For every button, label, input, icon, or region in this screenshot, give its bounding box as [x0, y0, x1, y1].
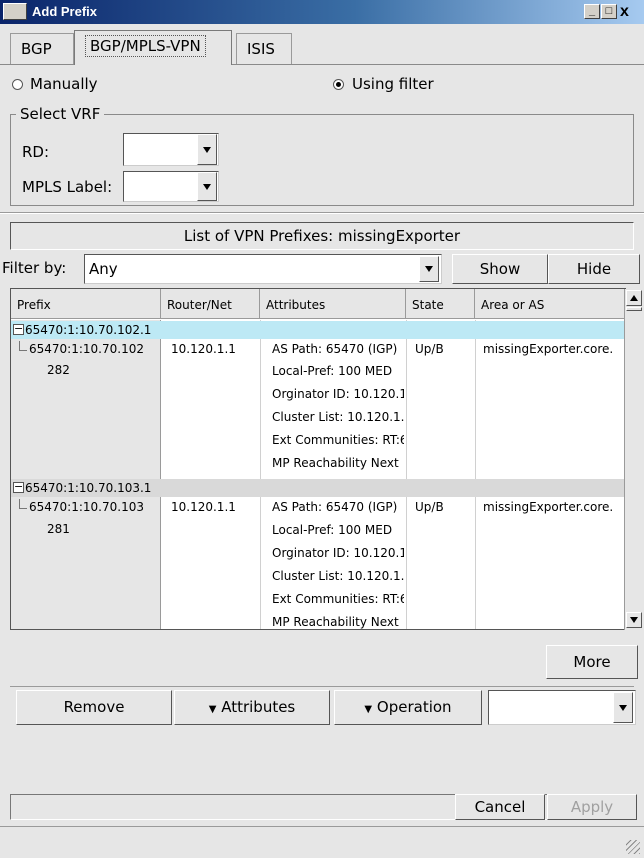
rd-select[interactable] — [123, 133, 219, 166]
chevron-down-icon[interactable] — [613, 692, 633, 723]
child-number-cell: 282 — [47, 363, 70, 377]
tree-branch-icon — [19, 341, 27, 351]
tab-bgp-label: BGP — [21, 40, 52, 58]
tree-branch-icon — [19, 499, 27, 509]
rd-label: RD: — [22, 143, 50, 161]
more-button[interactable]: More — [546, 645, 638, 679]
state-cell: Up/B — [415, 500, 444, 514]
vertical-scrollbar[interactable] — [624, 289, 642, 630]
state-cell: Up/B — [415, 342, 444, 356]
attribute-line: Ext Communities: RT:6 — [272, 592, 404, 606]
column-header-state[interactable]: State — [406, 289, 475, 319]
maximize-button[interactable]: □ — [601, 4, 617, 19]
dropdown-arrow-icon: ▼ — [208, 704, 217, 715]
arrow-down-icon — [630, 617, 638, 623]
dropdown-arrow-icon: ▼ — [364, 704, 373, 715]
tab-bgp-mpls-vpn-label: BGP/MPLS-VPN — [85, 35, 206, 57]
child-number-cell: 281 — [47, 522, 70, 536]
attribute-line: MP Reachability Next — [272, 456, 399, 470]
mpls-label-label: MPLS Label: — [22, 178, 113, 196]
attributes-button[interactable]: ▼ Attributes — [174, 690, 330, 725]
attribute-line: Orginator ID: 10.120.1 — [272, 546, 404, 560]
filter-by-label: Filter by: — [2, 259, 67, 277]
show-button[interactable]: Show — [452, 254, 548, 284]
chevron-down-icon[interactable] — [197, 172, 217, 201]
chevron-down-icon[interactable] — [419, 256, 439, 282]
window-title: Add Prefix — [32, 4, 98, 19]
minimize-button[interactable]: _ — [584, 4, 600, 19]
scroll-thumb[interactable] — [626, 307, 642, 311]
attribute-line: Local-Pref: 100 MED — [272, 364, 393, 378]
column-divider — [406, 320, 407, 629]
attribute-line: Orginator ID: 10.120.1 — [272, 387, 404, 401]
filter-value: Any — [89, 260, 118, 278]
apply-button[interactable]: Apply — [547, 794, 637, 820]
scroll-up-button[interactable] — [626, 290, 642, 306]
filter-select[interactable]: Any — [84, 254, 442, 284]
title-bar: Add Prefix _ □ x — [0, 0, 644, 24]
resize-grip-icon[interactable] — [626, 840, 640, 854]
manually-radio[interactable] — [12, 79, 23, 90]
arrow-up-icon — [630, 295, 638, 301]
app-icon — [3, 3, 27, 20]
attribute-line: AS Path: 65470 (IGP) — [272, 342, 398, 356]
prefix-cell: 65470:1:10.70.103.1 — [25, 481, 152, 495]
operation-button-label: Operation — [376, 698, 452, 716]
attribute-line: Cluster List: 10.120.1. — [272, 410, 404, 424]
collapse-icon[interactable]: − — [13, 323, 24, 335]
attributes-button-label: Attributes — [221, 698, 296, 716]
using-filter-label: Using filter — [352, 75, 434, 93]
attribute-line: Cluster List: 10.120.1. — [272, 569, 404, 583]
chevron-down-icon[interactable] — [197, 134, 217, 165]
column-header-prefix[interactable]: Prefix — [11, 289, 161, 319]
router-cell: 10.120.1.1 — [171, 500, 236, 514]
cancel-button[interactable]: Cancel — [455, 794, 545, 820]
operation-select[interactable] — [488, 690, 636, 725]
tab-bgp[interactable]: BGP — [10, 33, 74, 64]
column-divider — [475, 320, 476, 629]
column-header-attributes[interactable]: Attributes — [260, 289, 406, 319]
tab-isis[interactable]: ISIS — [236, 33, 292, 64]
router-cell: 10.120.1.1 — [171, 342, 236, 356]
tree-column — [11, 320, 161, 629]
using-filter-radio[interactable] — [333, 79, 344, 90]
column-divider — [260, 320, 261, 629]
remove-button[interactable]: Remove — [16, 690, 172, 725]
attribute-line: Ext Communities: RT:6 — [272, 433, 404, 447]
child-prefix-cell: 65470:1:10.70.103 — [29, 500, 144, 514]
manually-label: Manually — [30, 75, 98, 93]
vpn-prefix-list-title: List of VPN Prefixes: missingExporter — [10, 222, 634, 250]
column-header-area-or-as[interactable]: Area or AS — [475, 289, 625, 319]
attribute-line: AS Path: 65470 (IGP) — [272, 500, 398, 514]
operation-button[interactable]: ▼ Operation — [334, 690, 482, 725]
area-cell: missingExporter.core. — [483, 500, 614, 514]
tab-bgp-mpls-vpn[interactable]: BGP/MPLS-VPN — [74, 30, 232, 65]
tab-isis-label: ISIS — [247, 40, 275, 58]
mpls-label-select[interactable] — [123, 171, 219, 202]
prefix-cell: 65470:1:10.70.102.1 — [25, 323, 152, 337]
attribute-line: MP Reachability Next — [272, 615, 399, 629]
vpn-prefix-table: Prefix Router/Net Attributes State Area … — [10, 288, 626, 630]
scroll-down-button[interactable] — [626, 612, 642, 628]
area-cell: missingExporter.core. — [483, 342, 614, 356]
select-vrf-label: Select VRF — [16, 105, 105, 123]
child-prefix-cell: 65470:1:10.70.102 — [29, 342, 144, 356]
collapse-icon[interactable]: − — [13, 481, 24, 493]
separator — [0, 212, 644, 214]
close-button[interactable]: x — [620, 3, 629, 21]
hide-button[interactable]: Hide — [548, 254, 640, 284]
attribute-line: Local-Pref: 100 MED — [272, 523, 393, 537]
separator — [0, 826, 644, 827]
column-header-router-net[interactable]: Router/Net — [161, 289, 260, 319]
